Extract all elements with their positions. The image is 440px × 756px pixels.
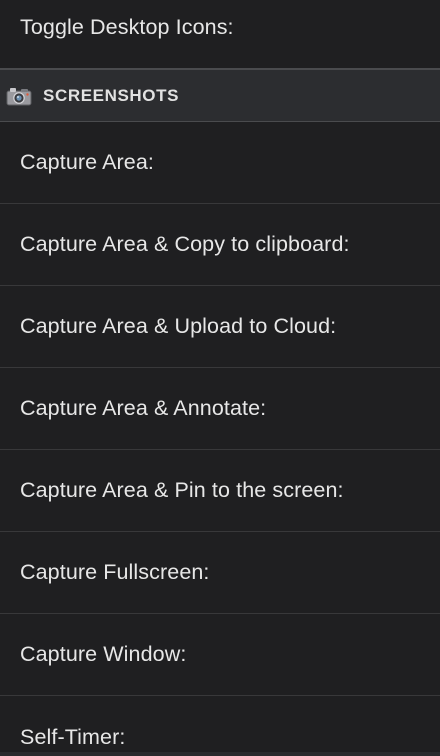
shortcut-row-self-timer[interactable]: Self-Timer: (0, 696, 440, 756)
shortcut-label: Capture Area & Copy to clipboard: (20, 232, 350, 256)
shortcut-row-toggle-desktop-icons[interactable]: Toggle Desktop Icons: (0, 0, 440, 68)
shortcut-row-capture-area-copy[interactable]: Capture Area & Copy to clipboard: (0, 204, 440, 286)
shortcut-label: Capture Area & Upload to Cloud: (20, 314, 337, 338)
shortcut-row-capture-window[interactable]: Capture Window: (0, 614, 440, 696)
shortcut-label: Capture Fullscreen: (20, 560, 210, 584)
camera-icon (6, 86, 32, 106)
shortcut-label: Capture Area: (20, 150, 154, 174)
shortcut-label: Toggle Desktop Icons: (20, 14, 234, 39)
bottom-divider (0, 752, 440, 756)
section-header-screenshots: SCREENSHOTS (0, 68, 440, 122)
shortcut-label: Capture Window: (20, 642, 187, 666)
shortcut-row-capture-area-upload[interactable]: Capture Area & Upload to Cloud: (0, 286, 440, 368)
shortcut-row-capture-area-annotate[interactable]: Capture Area & Annotate: (0, 368, 440, 450)
shortcuts-panel: Toggle Desktop Icons: SCREENSHOTS Captur… (0, 0, 440, 756)
section-title: SCREENSHOTS (43, 85, 180, 105)
shortcut-row-capture-fullscreen[interactable]: Capture Fullscreen: (0, 532, 440, 614)
shortcut-label: Capture Area & Annotate: (20, 396, 267, 420)
shortcut-row-capture-area-pin[interactable]: Capture Area & Pin to the screen: (0, 450, 440, 532)
shortcut-label: Self-Timer: (20, 725, 126, 749)
shortcut-label: Capture Area & Pin to the screen: (20, 478, 344, 502)
shortcut-row-capture-area[interactable]: Capture Area: (0, 122, 440, 204)
